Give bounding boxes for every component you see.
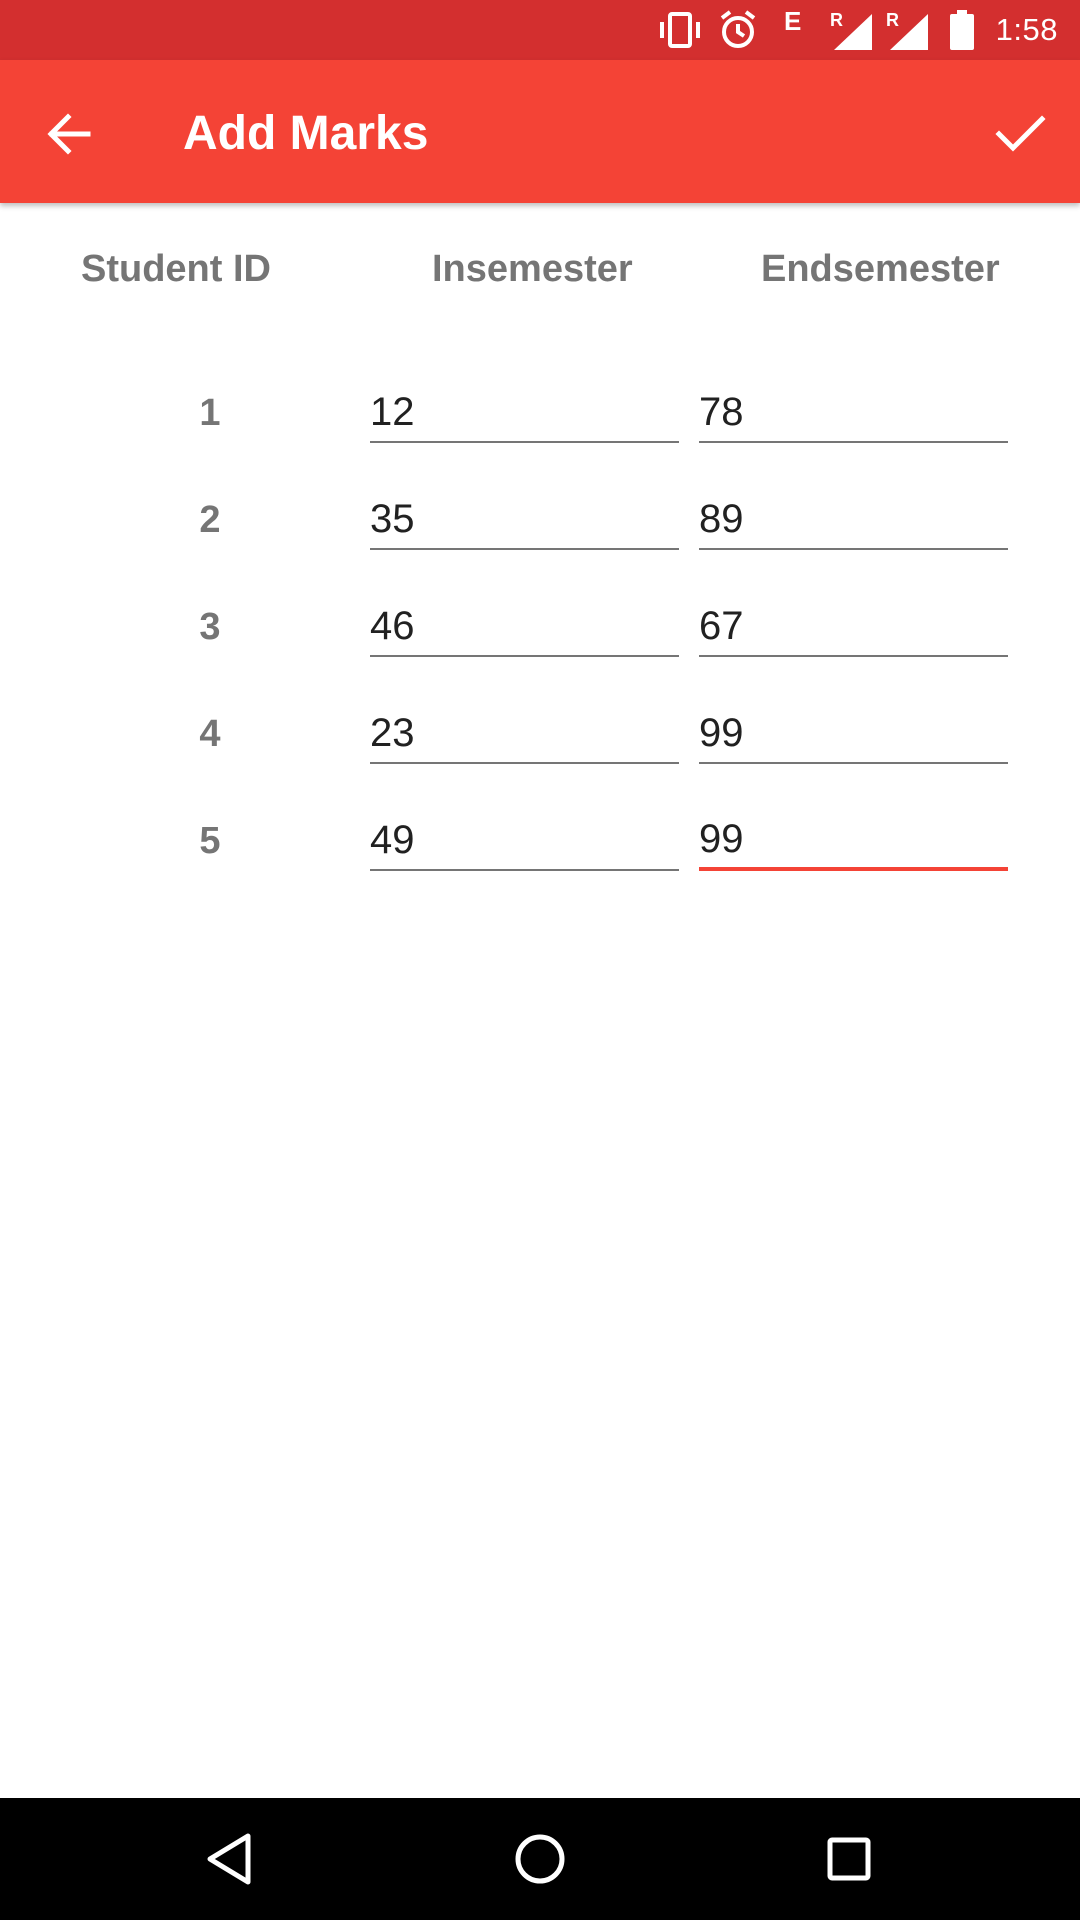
endsemester-input[interactable] bbox=[699, 490, 1008, 550]
endsemester-input[interactable] bbox=[699, 704, 1008, 764]
signal-icon: R bbox=[830, 10, 872, 50]
svg-text:R: R bbox=[886, 10, 899, 30]
check-icon[interactable] bbox=[990, 102, 1050, 162]
svg-text:R: R bbox=[830, 10, 843, 30]
vibrate-icon bbox=[660, 12, 700, 48]
insemester-input[interactable] bbox=[370, 811, 679, 871]
student-id-cell: 5 bbox=[199, 820, 221, 862]
insemester-input[interactable] bbox=[370, 597, 679, 657]
student-id-cell: 1 bbox=[199, 392, 221, 434]
back-nav-icon[interactable] bbox=[198, 1826, 264, 1892]
header-student-id: Student ID bbox=[81, 248, 271, 290]
status-bar: E R R 1:58 bbox=[0, 0, 1080, 60]
alarm-icon bbox=[720, 10, 756, 48]
student-id-cell: 2 bbox=[199, 499, 221, 541]
app-toolbar: Add Marks bbox=[0, 60, 1080, 203]
network-type-label: E bbox=[784, 6, 802, 36]
insemester-input[interactable] bbox=[370, 383, 679, 443]
clock-time: 1:58 bbox=[995, 12, 1058, 47]
system-nav-bar bbox=[0, 1798, 1080, 1920]
insemester-input[interactable] bbox=[370, 490, 679, 550]
insemester-input[interactable] bbox=[370, 704, 679, 764]
page-title: Add Marks bbox=[183, 107, 429, 160]
student-id-cell: 4 bbox=[199, 713, 221, 755]
battery-icon bbox=[950, 10, 974, 50]
endsemester-input[interactable] bbox=[699, 811, 1008, 871]
home-nav-icon[interactable] bbox=[507, 1826, 573, 1892]
header-insemester: Insemester bbox=[432, 248, 633, 290]
signal-icon: R bbox=[886, 10, 928, 50]
endsemester-input[interactable] bbox=[699, 383, 1008, 443]
student-id-cell: 3 bbox=[199, 606, 221, 648]
endsemester-input[interactable] bbox=[699, 597, 1008, 657]
arrow-back-icon[interactable] bbox=[40, 104, 100, 164]
recents-nav-icon[interactable] bbox=[816, 1826, 882, 1892]
header-endsemester: Endsemester bbox=[761, 248, 1000, 290]
